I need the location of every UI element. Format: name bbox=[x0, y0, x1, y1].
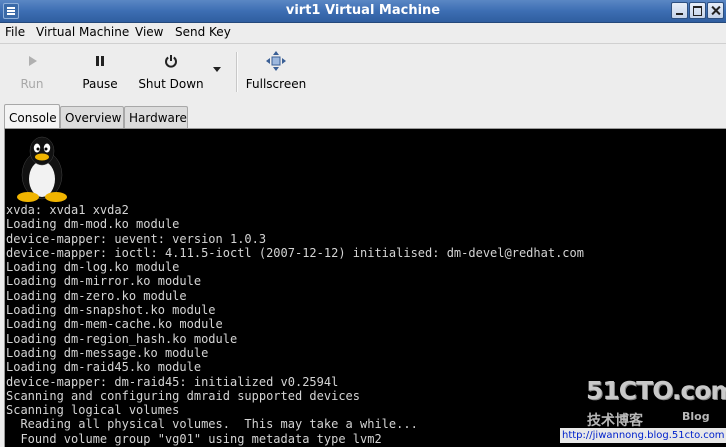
tab-console[interactable]: Console bbox=[4, 104, 60, 129]
power-icon bbox=[138, 48, 204, 72]
toolbar-separator bbox=[236, 52, 238, 92]
window-title-bar[interactable]: virt1 Virtual Machine bbox=[0, 0, 726, 23]
play-icon bbox=[14, 48, 50, 72]
menu-view[interactable]: View bbox=[135, 25, 163, 39]
watermark-logo: 51CTO.com bbox=[586, 376, 726, 405]
menu-file[interactable]: File bbox=[5, 25, 25, 39]
toolbar: Run Pause Shut Down Fullscreen bbox=[0, 44, 726, 102]
menu-bar: File Virtual Machine View Send Key bbox=[0, 23, 726, 44]
tux-penguin-logo bbox=[17, 136, 67, 202]
tab-overview[interactable]: Overview bbox=[60, 106, 124, 128]
tab-hardware[interactable]: Hardware bbox=[124, 106, 188, 128]
fullscreen-button[interactable]: Fullscreen bbox=[244, 48, 308, 98]
minimize-icon[interactable] bbox=[671, 2, 688, 19]
watermark-subtitle: 技术博客 bbox=[587, 413, 643, 429]
menu-virtual-machine[interactable]: Virtual Machine bbox=[36, 25, 129, 39]
watermark-blog: Blog bbox=[682, 410, 710, 423]
menu-send-key[interactable]: Send Key bbox=[175, 25, 231, 39]
pause-button[interactable]: Pause bbox=[78, 48, 122, 98]
watermark-url: http://jiwannong.blog.51cto.com bbox=[560, 428, 726, 443]
close-icon[interactable] bbox=[707, 2, 724, 19]
shutdown-button[interactable]: Shut Down bbox=[138, 48, 204, 98]
fullscreen-label: Fullscreen bbox=[245, 77, 307, 91]
shutdown-label: Shut Down bbox=[138, 77, 204, 91]
tab-bar: Console Overview Hardware bbox=[0, 104, 726, 129]
pause-icon bbox=[78, 48, 122, 72]
maximize-icon[interactable] bbox=[689, 2, 706, 19]
run-label: Run bbox=[20, 77, 44, 91]
fullscreen-icon bbox=[244, 48, 308, 72]
window-title: virt1 Virtual Machine bbox=[285, 3, 441, 18]
shutdown-dropdown-arrow-icon[interactable] bbox=[213, 67, 221, 72]
pause-label: Pause bbox=[82, 77, 118, 91]
console-output: xvda: xvda1 xvda2 Loading dm-mod.ko modu… bbox=[6, 203, 584, 446]
run-button[interactable]: Run bbox=[14, 48, 50, 98]
